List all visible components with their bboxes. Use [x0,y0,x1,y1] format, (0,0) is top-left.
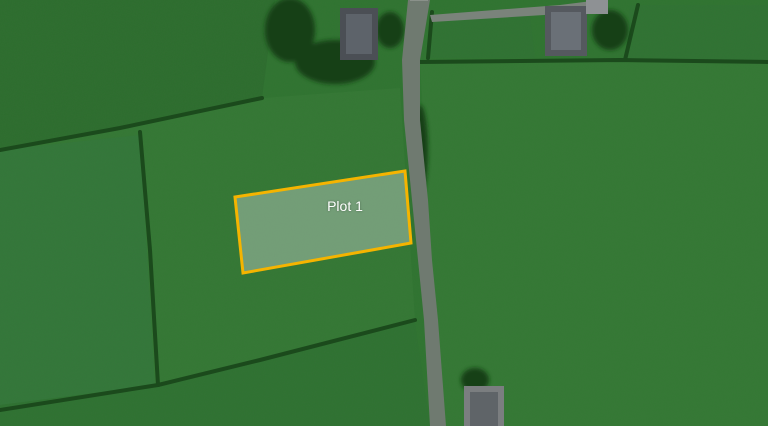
satellite-map[interactable]: Plot 1 [0,0,768,426]
map-imagery [0,0,768,426]
